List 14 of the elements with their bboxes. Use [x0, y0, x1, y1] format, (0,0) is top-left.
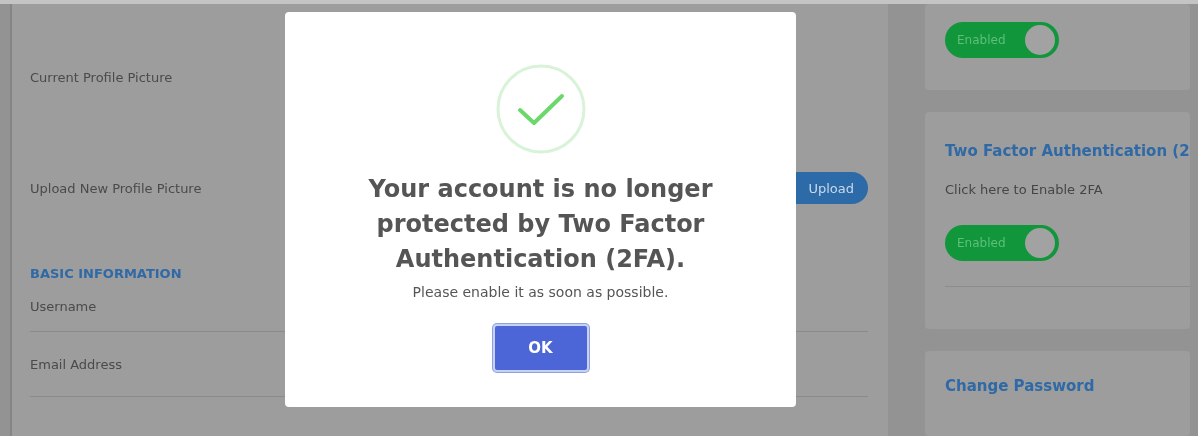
dialog-title: Your account is no longer protected by Two Factor Authentication (2FA). [367, 174, 714, 275]
field-label: Current Profile Picture [30, 69, 173, 85]
field-label: Username [30, 298, 97, 314]
ok-button[interactable]: OK [492, 324, 589, 372]
toggle-switch[interactable]: Enabled [945, 22, 1059, 58]
card-title: Change Password [945, 377, 1096, 395]
card-text: Click here to Enable 2FA [945, 182, 1104, 197]
field-label: Upload New Profile Picture [30, 180, 202, 196]
toggle-switch[interactable]: Enabled [945, 225, 1059, 261]
section-title: BASIC INFORMATION [30, 266, 183, 281]
field-label: Email Address [30, 356, 122, 372]
card-title: Two Factor Authentication (2 [945, 142, 1190, 160]
checkmark-icon [495, 64, 586, 154]
dialog-message: Please enable it as soon as possible. [412, 284, 669, 300]
